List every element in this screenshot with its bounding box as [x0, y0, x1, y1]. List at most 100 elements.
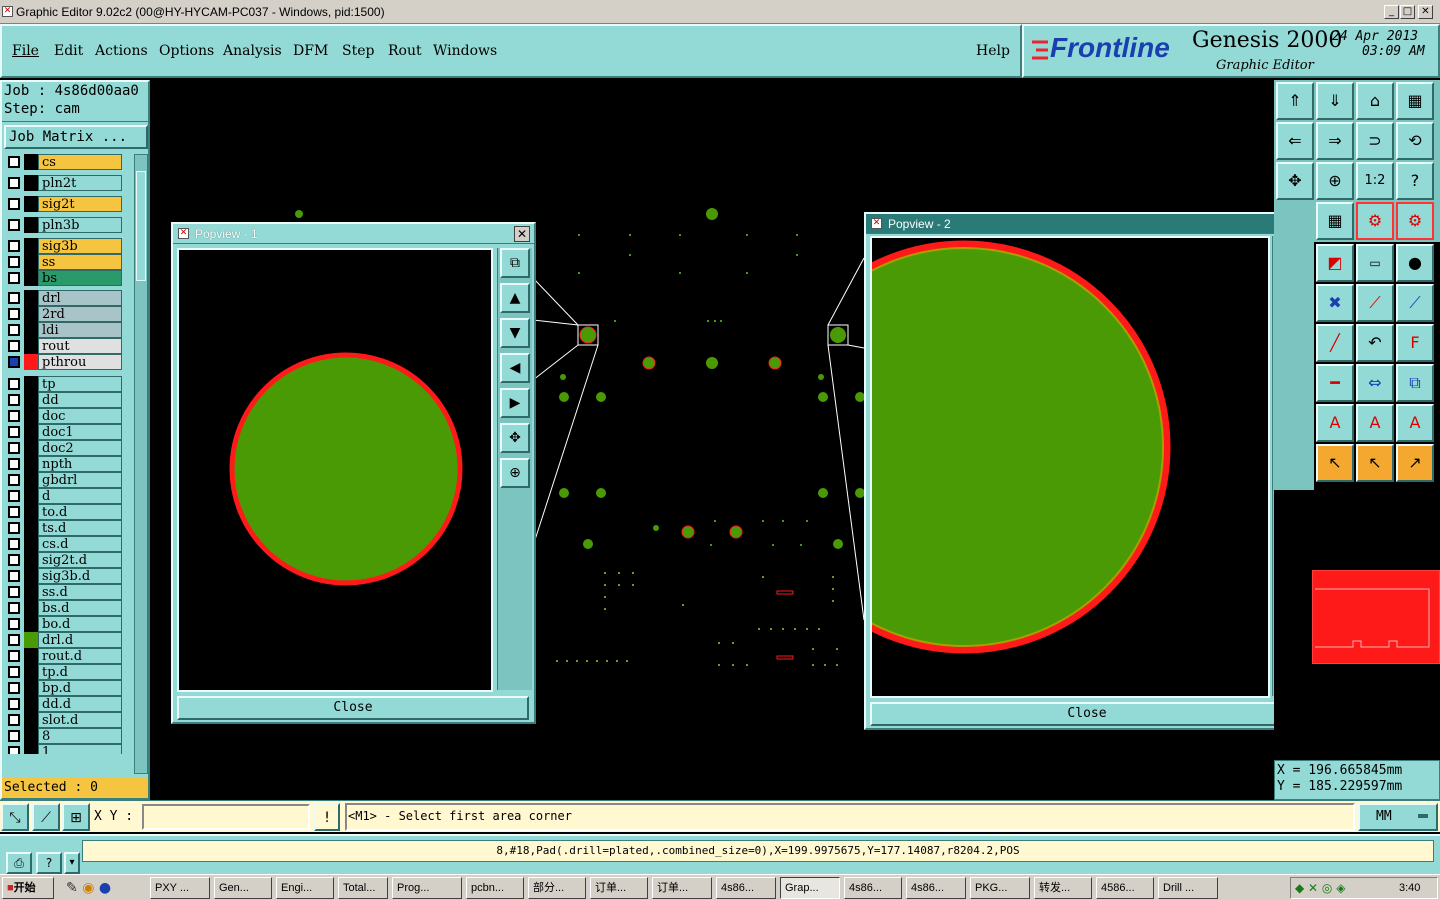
layer-name[interactable]: dd.d — [38, 696, 122, 712]
layer-name[interactable]: sig2t — [38, 196, 122, 212]
layer-row[interactable]: doc2 — [4, 440, 122, 456]
layer-row[interactable]: drl.d — [4, 632, 122, 648]
taskbar-button[interactable]: PKG... — [970, 877, 1030, 899]
layer-checkbox[interactable] — [8, 442, 20, 454]
print-icon[interactable]: ⎙ — [6, 852, 32, 874]
layer-row[interactable]: cs — [4, 154, 122, 170]
tool-copy-icon[interactable]: ⧉ — [1396, 364, 1434, 402]
layer-name[interactable]: pthrou — [38, 354, 122, 370]
layer-row[interactable]: bo.d — [4, 616, 122, 632]
layer-checkbox[interactable] — [8, 240, 20, 252]
layer-name[interactable]: pln2t — [38, 175, 122, 191]
tool-snap-grid-icon[interactable]: ▦ — [1316, 202, 1354, 240]
menu-analysis[interactable]: Analysis — [223, 43, 282, 59]
layer-row[interactable]: drl — [4, 290, 122, 306]
measure-icon[interactable]: ⟋ — [32, 803, 60, 831]
layer-checkbox[interactable] — [8, 650, 20, 662]
layer-checkbox[interactable] — [8, 618, 20, 630]
layer-row[interactable]: cs.d — [4, 536, 122, 552]
popview-1-canvas[interactable] — [177, 248, 493, 692]
layer-color-swatch[interactable] — [24, 175, 38, 191]
taskbar-button[interactable]: Total... — [338, 877, 388, 899]
tool-surface-c-icon[interactable]: A — [1396, 404, 1434, 442]
layer-color-swatch[interactable] — [24, 217, 38, 233]
taskbar-button[interactable]: 4586... — [1096, 877, 1154, 899]
job-matrix-button[interactable]: Job Matrix ... — [4, 125, 148, 149]
layer-row[interactable]: rout — [4, 338, 122, 354]
layer-row[interactable]: ss — [4, 254, 122, 270]
layer-name[interactable]: bp.d — [38, 680, 122, 696]
layer-color-swatch[interactable] — [24, 568, 38, 584]
layer-row[interactable]: sig2t.d — [4, 552, 122, 568]
tool-move-icon[interactable]: ⇔ — [1356, 364, 1394, 402]
taskbar-button[interactable]: 订单... — [590, 877, 648, 899]
tool-select-all-icon[interactable]: ↖ — [1356, 444, 1394, 482]
popview-1-close-button[interactable]: Close — [177, 696, 529, 720]
tool-color-icon[interactable]: ◩ — [1316, 244, 1354, 282]
layer-checkbox[interactable] — [8, 324, 20, 336]
layer-name[interactable]: d — [38, 488, 122, 504]
tool-grid-icon[interactable]: ▦ — [1396, 82, 1434, 120]
layer-checkbox[interactable] — [8, 219, 20, 231]
layer-color-swatch[interactable] — [24, 664, 38, 680]
layer-checkbox[interactable] — [8, 256, 20, 268]
layer-color-swatch[interactable] — [24, 536, 38, 552]
tool-pan-left-icon[interactable]: ⇐ — [1276, 122, 1314, 160]
layer-checkbox[interactable] — [8, 272, 20, 284]
layer-row[interactable]: ldi — [4, 322, 122, 338]
tool-measure-icon[interactable]: ━ — [1316, 364, 1354, 402]
popview-2-close-button[interactable]: Close — [870, 702, 1304, 726]
layer-checkbox[interactable] — [8, 156, 20, 168]
layer-checkbox[interactable] — [8, 198, 20, 210]
layer-checkbox[interactable] — [8, 570, 20, 582]
layer-name[interactable]: npth — [38, 456, 122, 472]
tool-surface-b-icon[interactable]: A — [1356, 404, 1394, 442]
layer-row[interactable]: sig2t — [4, 196, 122, 212]
zoom-out-icon[interactable]: ⊕ — [500, 458, 530, 488]
layer-row[interactable]: to.d — [4, 504, 122, 520]
layer-color-swatch[interactable] — [24, 680, 38, 696]
layer-row[interactable]: doc — [4, 408, 122, 424]
layer-checkbox[interactable] — [8, 458, 20, 470]
pan-up-icon[interactable]: ▲ — [500, 283, 530, 313]
taskbar-button[interactable]: 订单... — [652, 877, 712, 899]
layer-color-swatch[interactable] — [24, 408, 38, 424]
tool-surface-a-icon[interactable]: A — [1316, 404, 1354, 442]
layer-checkbox[interactable] — [8, 666, 20, 678]
layer-checkbox[interactable] — [8, 308, 20, 320]
layer-color-swatch[interactable] — [24, 728, 38, 744]
layer-name[interactable]: tp.d — [38, 664, 122, 680]
layer-color-swatch[interactable] — [24, 504, 38, 520]
layer-checkbox[interactable] — [8, 602, 20, 614]
layer-checkbox[interactable] — [8, 394, 20, 406]
layer-name[interactable]: slot.d — [38, 712, 122, 728]
taskbar-button[interactable]: Engi... — [276, 877, 334, 899]
menu-rout[interactable]: Rout — [388, 43, 422, 59]
taskbar-button[interactable]: Grap... — [780, 877, 840, 899]
layer-checkbox[interactable] — [8, 356, 20, 368]
menu-dfm[interactable]: DFM — [293, 43, 328, 59]
overview-window[interactable] — [1312, 570, 1440, 664]
minimize-button[interactable]: _ — [1384, 5, 1399, 19]
layer-color-swatch[interactable] — [24, 196, 38, 212]
menu-actions[interactable]: Actions — [95, 43, 148, 59]
layer-checkbox[interactable] — [8, 506, 20, 518]
taskbar-button[interactable]: 4s86... — [906, 877, 966, 899]
layer-row[interactable]: pln3b — [4, 217, 122, 233]
layer-name[interactable]: rout — [38, 338, 122, 354]
layer-checkbox[interactable] — [8, 177, 20, 189]
layer-row[interactable]: tp.d — [4, 664, 122, 680]
layer-checkbox[interactable] — [8, 410, 20, 422]
layer-name[interactable]: cs.d — [38, 536, 122, 552]
units-selector[interactable]: MM — [1358, 803, 1438, 831]
tool-redraw-icon[interactable]: ⟲ — [1396, 122, 1434, 160]
tool-mirror-icon[interactable]: ⊃ — [1356, 122, 1394, 160]
layer-color-swatch[interactable] — [24, 520, 38, 536]
quick-launch-icon[interactable]: ◉ — [82, 880, 94, 896]
popview-2-titlebar[interactable]: ✕ Popview - 2 ✕ — [866, 214, 1308, 234]
layer-name[interactable]: bs — [38, 270, 122, 286]
tool-pan-down-icon[interactable]: ⇓ — [1316, 82, 1354, 120]
layer-checkbox[interactable] — [8, 746, 20, 754]
taskbar-button[interactable]: PXY ... — [150, 877, 210, 899]
layer-name[interactable]: 1 — [38, 744, 122, 754]
